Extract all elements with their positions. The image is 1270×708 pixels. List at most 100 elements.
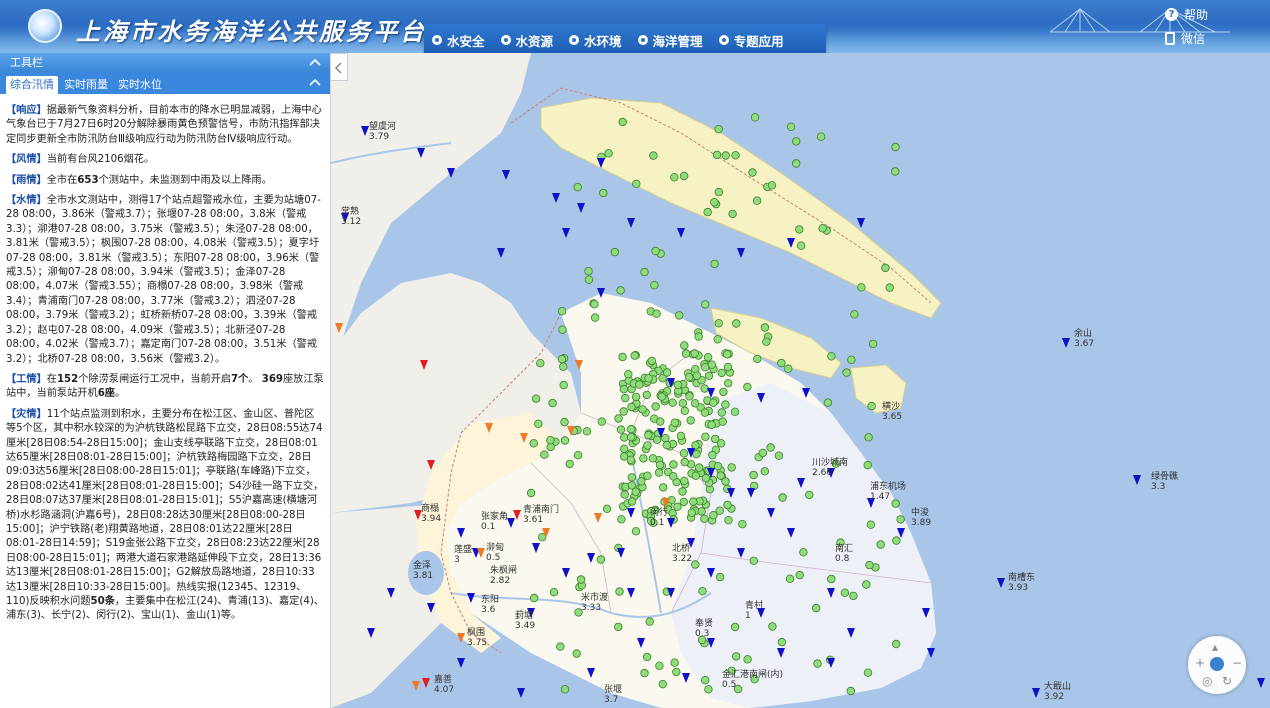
rain-station-marker[interactable] — [632, 179, 641, 188]
rain-station-marker[interactable] — [795, 570, 804, 580]
rain-station-marker[interactable] — [690, 399, 700, 408]
rain-station-marker[interactable] — [724, 516, 733, 525]
rain-station-marker[interactable] — [749, 556, 758, 565]
rain-station-marker[interactable] — [610, 247, 619, 257]
rain-station-marker[interactable] — [719, 387, 728, 397]
rain-station-marker[interactable] — [644, 374, 653, 383]
rain-station-marker[interactable] — [596, 555, 606, 564]
rain-station-marker[interactable] — [627, 402, 636, 412]
water-level-station-marker[interactable] — [457, 633, 465, 643]
rain-station-marker[interactable] — [827, 352, 836, 361]
rain-station-marker[interactable] — [679, 171, 689, 181]
water-level-station-marker[interactable] — [827, 588, 835, 598]
rain-station-marker[interactable] — [556, 642, 565, 651]
water-level-station-marker[interactable] — [367, 628, 375, 638]
rain-station-marker[interactable] — [849, 591, 858, 601]
rain-station-marker[interactable] — [689, 497, 698, 506]
water-level-station-marker[interactable] — [457, 658, 465, 668]
rain-station-marker[interactable] — [582, 427, 592, 436]
rain-station-marker[interactable] — [700, 514, 709, 523]
rain-station-marker[interactable] — [679, 449, 689, 458]
rain-station-marker[interactable] — [680, 457, 689, 467]
rain-station-marker[interactable] — [616, 425, 626, 434]
rain-station-marker[interactable] — [866, 520, 875, 529]
station-label[interactable]: 川沙城南 2.66 — [812, 458, 848, 478]
rain-station-marker[interactable] — [639, 454, 648, 463]
rain-station-marker[interactable] — [614, 622, 623, 632]
water-level-station-marker[interactable] — [517, 688, 525, 698]
water-level-station-marker[interactable] — [502, 170, 510, 180]
rain-station-marker[interactable] — [743, 382, 752, 392]
rain-station-marker[interactable] — [652, 435, 662, 444]
station-label[interactable]: 朱枫闸 2.82 — [490, 566, 517, 586]
rain-station-marker[interactable] — [840, 588, 850, 597]
rain-station-marker[interactable] — [676, 431, 686, 441]
rain-station-marker[interactable] — [672, 667, 681, 677]
rain-station-marker[interactable] — [714, 319, 723, 328]
station-label[interactable]: 奉贤 0.3 — [695, 619, 713, 639]
rain-station-marker[interactable] — [692, 371, 702, 380]
station-label[interactable]: 闵行 0.1 — [650, 508, 668, 528]
rain-station-marker[interactable] — [637, 477, 646, 486]
rain-station-marker[interactable] — [767, 181, 777, 190]
rain-station-marker[interactable] — [774, 451, 784, 460]
rain-station-marker[interactable] — [795, 225, 804, 234]
rain-station-marker[interactable] — [627, 497, 637, 506]
rain-station-marker[interactable] — [784, 364, 793, 373]
nav-water-environment[interactable]: 水环境 — [569, 31, 622, 50]
station-label[interactable]: 横沙 3.65 — [882, 402, 902, 422]
station-label[interactable]: 金泽 3.81 — [413, 561, 433, 581]
water-level-station-marker[interactable] — [1257, 678, 1265, 688]
rain-station-marker[interactable] — [644, 430, 653, 440]
water-level-station-marker[interactable] — [577, 203, 585, 213]
rain-station-marker[interactable] — [627, 473, 636, 482]
rain-station-marker[interactable] — [680, 341, 689, 350]
water-level-station-marker[interactable] — [420, 360, 428, 370]
rain-station-marker[interactable] — [679, 497, 688, 507]
rain-station-marker[interactable] — [864, 433, 873, 442]
rain-station-marker[interactable] — [572, 649, 581, 658]
rain-station-marker[interactable] — [565, 459, 574, 469]
rain-station-marker[interactable] — [863, 460, 872, 470]
rain-station-marker[interactable] — [557, 354, 567, 364]
rain-station-marker[interactable] — [847, 355, 856, 364]
water-level-station-marker[interactable] — [361, 126, 369, 136]
station-label[interactable]: 米市渡 3.33 — [581, 593, 608, 613]
water-level-station-marker[interactable] — [627, 588, 635, 598]
rain-station-marker[interactable] — [540, 450, 549, 459]
station-label[interactable]: 葑塘 3.49 — [515, 611, 535, 631]
rain-station-marker[interactable] — [617, 515, 626, 524]
rain-station-marker[interactable] — [621, 393, 630, 403]
rain-station-marker[interactable] — [692, 449, 701, 459]
rain-station-marker[interactable] — [712, 150, 722, 160]
water-level-station-marker[interactable] — [1133, 475, 1141, 485]
rain-station-marker[interactable] — [604, 149, 613, 158]
rain-station-marker[interactable] — [661, 434, 670, 443]
rain-station-marker[interactable] — [760, 467, 769, 476]
rain-station-marker[interactable] — [703, 207, 712, 217]
rain-station-marker[interactable] — [718, 417, 727, 426]
rain-station-marker[interactable] — [655, 460, 665, 470]
zoom-out-icon[interactable]: − — [1232, 656, 1242, 670]
rain-station-marker[interactable] — [799, 548, 808, 557]
water-level-station-marker[interactable] — [412, 681, 420, 691]
rain-station-marker[interactable] — [620, 433, 629, 442]
rain-station-marker[interactable] — [640, 267, 649, 277]
water-level-station-marker[interactable] — [587, 553, 595, 563]
rain-station-marker[interactable] — [758, 448, 768, 458]
station-label[interactable]: 绿骨礁 3.3 — [1151, 472, 1178, 492]
water-level-station-marker[interactable] — [727, 488, 735, 498]
rain-station-marker[interactable] — [708, 450, 717, 460]
chevron-up-icon[interactable] — [309, 53, 321, 72]
rain-station-marker[interactable] — [670, 418, 679, 427]
rain-station-marker[interactable] — [714, 187, 723, 197]
rain-station-marker[interactable] — [573, 451, 583, 460]
rain-station-marker[interactable] — [651, 402, 660, 411]
rain-station-marker[interactable] — [778, 493, 787, 502]
rain-station-marker[interactable] — [753, 354, 762, 364]
station-label[interactable]: 大戢山 3.92 — [1044, 682, 1071, 702]
rain-station-marker[interactable] — [760, 323, 770, 332]
water-level-station-marker[interactable] — [467, 593, 475, 603]
rain-station-marker[interactable] — [863, 668, 873, 677]
rain-station-marker[interactable] — [686, 416, 695, 425]
